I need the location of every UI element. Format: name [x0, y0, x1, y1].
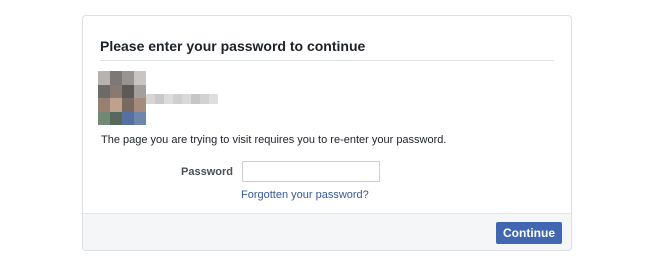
reauth-message: The page you are trying to visit require… [101, 134, 447, 146]
continue-button[interactable]: Continue [496, 222, 562, 244]
user-name-blurred [146, 94, 218, 104]
password-field[interactable] [242, 161, 380, 182]
password-label: Password [181, 166, 233, 178]
forgot-password-link[interactable]: Forgotten your password? [241, 188, 369, 202]
dialog-title: Please enter your password to continue [100, 38, 366, 54]
dialog-footer: Continue [83, 213, 571, 250]
password-dialog: Please enter your password to continue T… [82, 15, 572, 251]
title-divider [100, 60, 554, 61]
avatar [98, 71, 146, 125]
